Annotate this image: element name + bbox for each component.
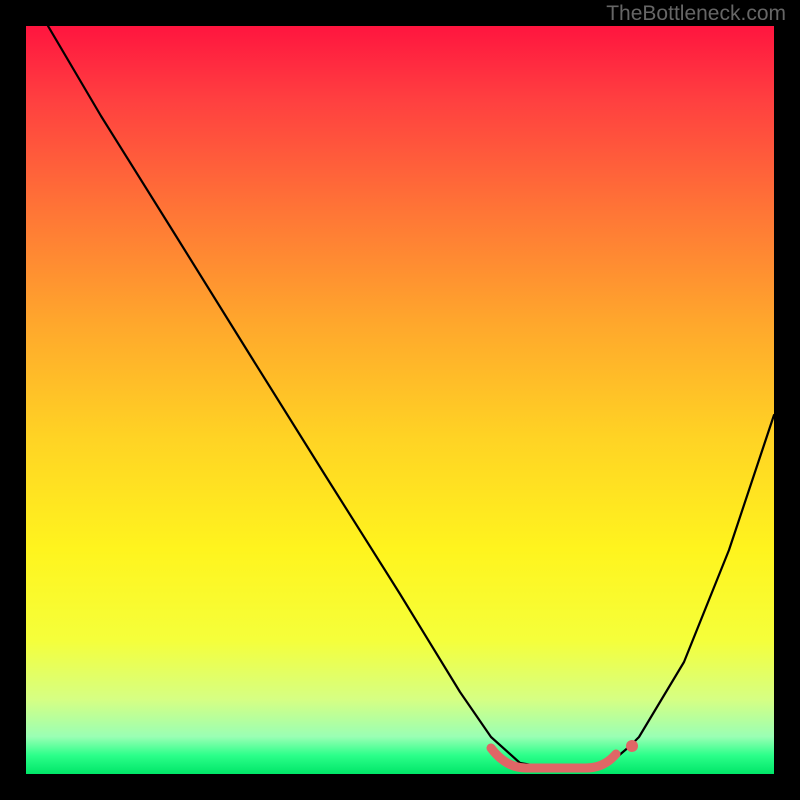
watermark-text: TheBottleneck.com <box>606 2 786 26</box>
bottleneck-curve <box>48 26 774 768</box>
plot-area <box>26 26 774 774</box>
chart-svg-layer <box>26 26 774 774</box>
optimal-range-marker <box>491 748 616 768</box>
optimal-point-marker <box>626 740 638 752</box>
chart-frame <box>0 0 800 800</box>
